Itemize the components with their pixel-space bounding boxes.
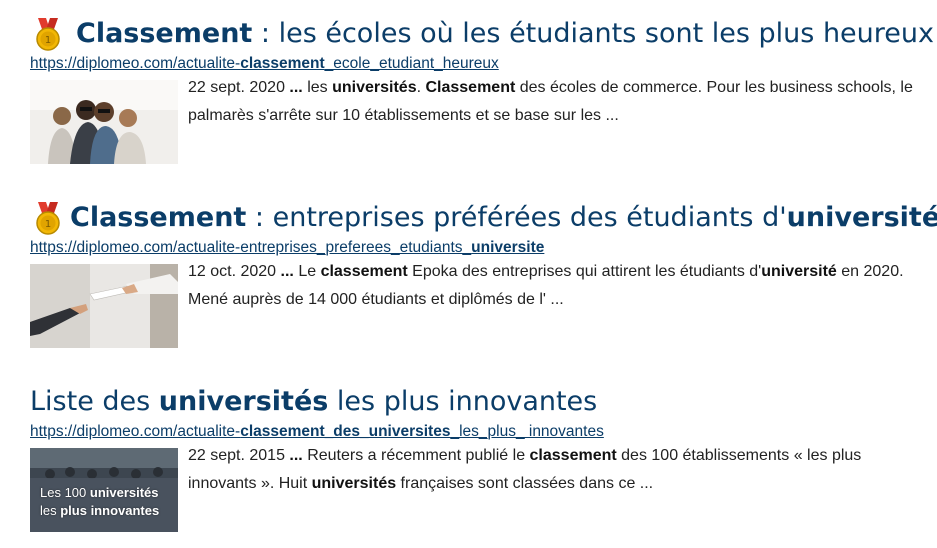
result-url-link[interactable]: https://diplomeo.com/actualite-classemen… <box>30 54 930 74</box>
snippet-text: Reuters a récemment publié le <box>307 447 530 464</box>
result-body: 12 oct. 2020 ... Le classement Epoka des… <box>30 263 930 348</box>
result-url-link[interactable]: https://diplomeo.com/actualite-classemen… <box>30 422 930 442</box>
title-bold: universités <box>158 386 329 417</box>
url-bold: classement <box>240 55 325 72</box>
title-rest: Liste des <box>30 386 159 417</box>
snippet-date: 22 sept. 2020 <box>188 79 285 96</box>
result-title-link[interactable]: Liste des universités les plus innovante… <box>30 382 930 422</box>
result-url-link[interactable]: https://diplomeo.com/actualite-entrepris… <box>30 238 930 258</box>
result-snippet: 22 sept. 2020 ... les universités. Class… <box>188 74 928 164</box>
snippet-text: les <box>307 79 333 96</box>
url-part: https://diplomeo.com/actualite-entrepris… <box>30 239 472 256</box>
thumbnail-caption-line2: les plus innovantes <box>40 503 160 518</box>
thumbnail-caption-line1: Les 100 universités <box>40 485 159 500</box>
title-bold: Classement <box>76 18 253 49</box>
url-bold: classement_des_universites <box>240 423 451 440</box>
result-body: Les 100 universités les plus innovantes … <box>30 447 930 532</box>
result-snippet: 22 sept. 2015 ... Reuters a récemment pu… <box>188 442 928 532</box>
search-result: 1 Classement : les écoles où les étudian… <box>30 14 934 164</box>
snippet-keyword: universités <box>332 79 417 96</box>
snippet-text: Le <box>298 263 321 280</box>
url-part: _ecole_etudiant_heureux <box>324 55 499 72</box>
snippet-ellipsis: ... <box>276 263 299 280</box>
search-result: 1 Classement : entreprises préférées des… <box>30 198 937 348</box>
snippet-keyword: classement <box>529 447 617 464</box>
snippet-keyword: université <box>761 263 837 280</box>
result-title-link[interactable]: 1 Classement : les écoles où les étudian… <box>30 14 934 54</box>
search-result: Liste des universités les plus innovante… <box>30 382 930 532</box>
result-thumbnail[interactable] <box>30 264 178 348</box>
handshake-photo <box>30 264 178 348</box>
title-bold: université <box>786 202 937 233</box>
result-snippet: 12 oct. 2020 ... Le classement Epoka des… <box>188 258 928 348</box>
snippet-keyword: universités <box>311 475 397 492</box>
snippet-text: françaises sont classées dans ce ... <box>396 475 654 492</box>
snippet-keyword: Classement <box>425 79 516 96</box>
url-bold: universite <box>471 239 545 256</box>
svg-text:1: 1 <box>45 219 51 230</box>
result-thumbnail[interactable]: Les 100 universités les plus innovantes <box>30 448 178 532</box>
result-body: 22 sept. 2020 ... les universités. Class… <box>30 79 930 164</box>
medal-icon: 1 <box>36 18 60 51</box>
url-part: https://diplomeo.com/actualite- <box>30 423 241 440</box>
snippet-date: 12 oct. 2020 <box>188 263 277 280</box>
url-part: _les_plus_ innovantes <box>450 423 604 440</box>
title-rest: les plus innovantes <box>328 386 598 417</box>
snippet-text: Epoka des entreprises qui attirent les é… <box>407 263 762 280</box>
title-rest: : les écoles où les étudiants sont les p… <box>252 18 934 49</box>
medal-icon: 1 <box>36 202 60 235</box>
url-part: https://diplomeo.com/actualite- <box>30 55 241 72</box>
students-photo <box>30 80 178 164</box>
result-thumbnail[interactable] <box>30 80 178 164</box>
result-title-link[interactable]: 1 Classement : entreprises préférées des… <box>30 198 937 238</box>
snippet-ellipsis: ... <box>284 447 308 464</box>
title-bold: Classement <box>70 202 247 233</box>
snippet-keyword: classement <box>320 263 408 280</box>
title-rest: : entreprises préférées des étudiants d' <box>246 202 787 233</box>
snippet-date: 22 sept. 2015 <box>188 447 285 464</box>
snippet-ellipsis: ... <box>284 79 308 96</box>
svg-text:1: 1 <box>45 35 51 46</box>
